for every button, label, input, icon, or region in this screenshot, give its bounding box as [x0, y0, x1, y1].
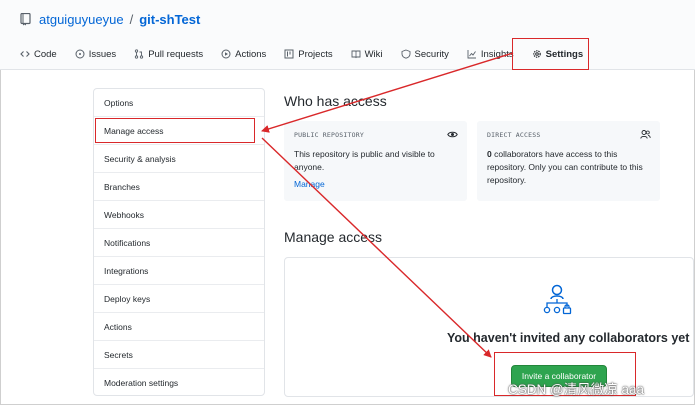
book-icon	[351, 50, 361, 59]
sidebar-item-branches[interactable]: Branches	[94, 173, 264, 201]
sidebar-item-moderation-settings[interactable]: Moderation settings	[94, 369, 264, 397]
tab-insights[interactable]: Insights	[467, 44, 514, 64]
watermark: CSDN @清风微凉 aaa	[508, 382, 644, 397]
sidebar-item-notifications[interactable]: Notifications	[94, 229, 264, 257]
tab-projects-label: Projects	[298, 48, 333, 60]
tab-insights-label: Insights	[480, 48, 514, 60]
repo-title: atguiguyueyue / git-shTest	[20, 12, 200, 27]
repo-separator: /	[129, 12, 134, 27]
tab-actions-label: Actions	[235, 48, 267, 60]
sidebar-item-actions[interactable]: Actions	[94, 313, 264, 341]
repo-header: atguiguyueyue / git-shTest Code Issues P…	[0, 0, 695, 70]
sidebar-item-security-analysis[interactable]: Security & analysis	[94, 145, 264, 173]
sidebar-item-deploy-keys[interactable]: Deploy keys	[94, 285, 264, 313]
sidebar-item-label: Integrations	[104, 265, 149, 276]
tab-wiki-label: Wiki	[364, 48, 383, 60]
settings-highlight-box	[512, 38, 589, 70]
people-icon	[640, 130, 651, 139]
eye-icon	[447, 131, 458, 138]
sidebar-item-label: Branches	[104, 181, 140, 192]
sidebar-item-label: Webhooks	[104, 209, 145, 220]
sidebar-item-secrets[interactable]: Secrets	[94, 341, 264, 369]
graph-icon	[467, 50, 476, 59]
direct-access-card: DIRECT ACCESS 0 collaborators have acces…	[477, 121, 660, 201]
tab-security[interactable]: Security	[401, 44, 449, 64]
collaborators-icon	[543, 284, 572, 315]
sidebar-item-webhooks[interactable]: Webhooks	[94, 201, 264, 229]
who-has-access-title: Who has access	[284, 93, 387, 109]
repo-icon	[20, 12, 31, 26]
code-icon	[20, 51, 30, 57]
pull-request-icon	[135, 49, 144, 59]
sidebar-item-label: Moderation settings	[104, 378, 179, 388]
public-repository-card: PUBLIC REPOSITORY This repository is pub…	[284, 121, 467, 201]
tab-issues-label: Issues	[88, 48, 117, 60]
no-collaborators-message: You haven't invited any collaborators ye…	[447, 331, 690, 345]
issue-icon	[75, 49, 85, 59]
tab-pull-requests[interactable]: Pull requests	[134, 44, 203, 64]
tab-issues[interactable]: Issues	[75, 44, 116, 64]
tab-actions[interactable]: Actions	[221, 44, 266, 64]
sidebar-item-label: Actions	[104, 321, 132, 332]
sidebar-item-options[interactable]: Options	[94, 89, 264, 117]
project-icon	[284, 49, 294, 59]
sidebar-item-integrations[interactable]: Integrations	[94, 257, 264, 285]
play-icon	[221, 49, 231, 59]
manage-access-highlight-box	[95, 118, 255, 143]
repo-owner-link[interactable]: atguiguyueyue	[39, 12, 124, 27]
tab-security-label: Security	[414, 48, 449, 60]
shield-icon	[401, 49, 410, 59]
public-repository-text: This repository is public and visible to…	[294, 149, 435, 172]
repo-name-link[interactable]: git-shTest	[139, 12, 200, 27]
sidebar-item-label: Secrets	[104, 349, 133, 360]
tab-projects[interactable]: Projects	[284, 44, 333, 64]
tab-code-label: Code	[34, 48, 57, 60]
tab-wiki[interactable]: Wiki	[351, 44, 383, 64]
direct-access-text: 0 collaborators have access to this repo…	[487, 148, 647, 187]
sidebar-item-label: Notifications	[104, 237, 151, 248]
manage-visibility-link[interactable]: Manage	[294, 179, 325, 189]
tab-code[interactable]: Code	[20, 44, 57, 64]
sidebar-item-label: Options	[104, 97, 134, 108]
direct-access-label: DIRECT ACCESS	[487, 131, 541, 139]
manage-access-title: Manage access	[284, 229, 383, 245]
tab-pull-requests-label: Pull requests	[148, 48, 204, 60]
sidebar-item-label: Security & analysis	[104, 153, 176, 164]
direct-access-description: collaborators have access to this reposi…	[487, 149, 643, 185]
public-repository-label: PUBLIC REPOSITORY	[294, 131, 364, 139]
sidebar-item-label: Deploy keys	[104, 293, 151, 304]
